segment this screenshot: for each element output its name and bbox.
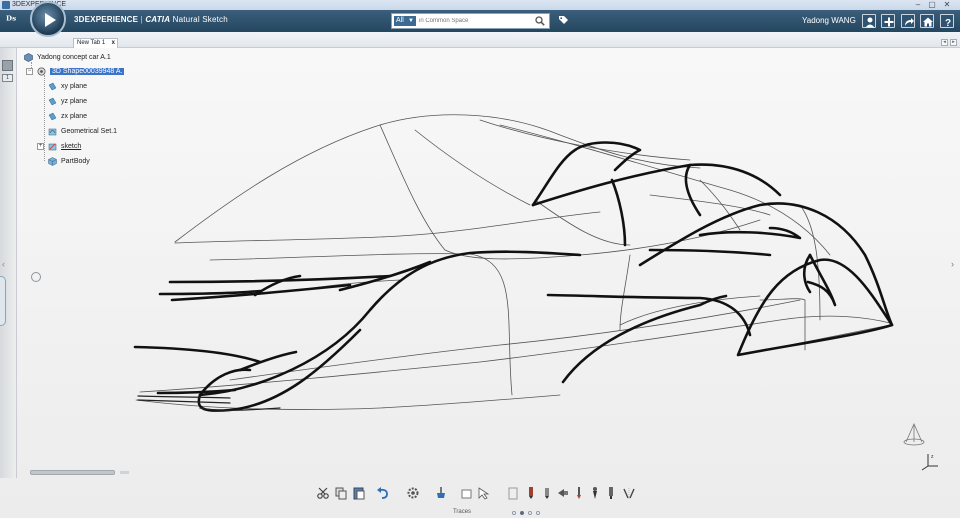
rail-toggle-button[interactable] — [2, 60, 13, 71]
cut-icon — [317, 487, 329, 499]
pager-dot[interactable] — [536, 511, 540, 515]
shape-gear-icon — [37, 67, 46, 76]
tree-item-zx-plane[interactable]: zx plane — [48, 111, 87, 122]
plane-icon — [48, 97, 57, 106]
felt-tip-icon — [609, 487, 613, 499]
marker-icon — [529, 487, 533, 499]
car-sketch — [133, 114, 894, 412]
eraser-icon — [461, 489, 472, 499]
partbody-icon — [48, 157, 57, 166]
spray-icon — [558, 489, 568, 497]
tree-item-sketch[interactable]: sketch — [48, 141, 81, 152]
pencil-icon — [545, 488, 549, 499]
tree-item-partbody[interactable]: PartBody — [48, 156, 90, 167]
rail-page-button[interactable]: 1 — [2, 74, 13, 82]
tree-selected-label: 3D Shape00039948 A. — [50, 68, 125, 75]
undo-icon — [377, 487, 388, 499]
selection-tool-button[interactable] — [476, 486, 490, 500]
copy-button[interactable] — [334, 486, 348, 500]
tree-item-label: PartBody — [61, 158, 90, 165]
cut-button[interactable] — [316, 486, 330, 500]
panel-collapse-handle[interactable] — [0, 276, 6, 326]
tree-item-label: Geometrical Set.1 — [61, 128, 118, 135]
symmetry-brush-button[interactable] — [622, 486, 636, 500]
pencil-button[interactable] — [540, 486, 554, 500]
tree-expand-toggle[interactable]: + — [37, 143, 44, 150]
felt-tip-button[interactable] — [604, 486, 618, 500]
tree-item-yz-plane[interactable]: yz plane — [48, 96, 87, 107]
play-icon — [45, 13, 56, 27]
geometrical-set-icon — [48, 128, 57, 136]
tree-root[interactable]: Yadong concept car A.1 — [24, 52, 111, 63]
tree-item-label: sketch — [61, 143, 82, 150]
settings-gear-icon — [407, 487, 419, 499]
toolbar-pager — [512, 510, 552, 516]
symmetry-brush-icon — [623, 488, 635, 499]
thin-brush-icon — [577, 487, 581, 499]
horizontal-scrollbar[interactable] — [30, 470, 115, 475]
compass-icon[interactable] — [30, 1, 66, 37]
brush-color-icon — [437, 487, 445, 498]
undo-button[interactable] — [376, 486, 390, 500]
brush-color-button[interactable] — [434, 486, 448, 500]
svg-text:z: z — [931, 454, 934, 460]
paper-icon — [508, 487, 518, 500]
tree-item-xy-plane[interactable]: xy plane — [48, 81, 87, 92]
paste-icon — [353, 487, 365, 500]
plane-icon — [48, 82, 57, 91]
paste-button[interactable] — [352, 486, 366, 500]
right-expand-arrow-icon[interactable]: › — [951, 259, 954, 269]
tree-item-label: zx plane — [61, 113, 88, 120]
paper-button[interactable] — [506, 486, 520, 500]
bold-strokes — [133, 141, 894, 412]
toolbar-section-label[interactable]: Traces — [440, 509, 484, 515]
marker-button[interactable] — [524, 486, 538, 500]
selection-icon — [478, 487, 490, 500]
ink-pen-button[interactable] — [588, 486, 602, 500]
tree-item-label: xy plane — [61, 83, 88, 90]
tree-item-geometrical-set[interactable]: Geometrical Set.1 — [48, 126, 117, 137]
tree-item-3d-shape[interactable]: 3D Shape00039948 A. — [37, 66, 125, 77]
pager-dot[interactable] — [528, 511, 532, 515]
ink-pen-icon — [593, 487, 597, 499]
thin-brush-button[interactable] — [572, 486, 586, 500]
tree-item-label: yz plane — [61, 98, 88, 105]
tree-root-label: Yadong concept car A.1 — [37, 54, 111, 61]
rotation-center-icon[interactable] — [31, 272, 41, 282]
left-expand-arrow-icon[interactable]: ‹ — [2, 259, 5, 269]
spray-button[interactable] — [556, 486, 570, 500]
settings-button[interactable] — [406, 486, 420, 500]
pager-dot[interactable] — [520, 511, 524, 515]
action-bar — [310, 484, 650, 504]
tree-connector — [44, 75, 45, 161]
sketch-icon — [48, 143, 57, 151]
scrollbar-end-cap — [120, 471, 129, 474]
catia-window: 3DEXPERIENCE – ▢ ✕ ᴰˢ 3DEXPERIENCE | CAT… — [0, 0, 960, 518]
eraser-button[interactable] — [460, 486, 474, 500]
pager-dot[interactable] — [512, 511, 516, 515]
copy-icon — [335, 487, 347, 500]
product-icon — [24, 53, 33, 62]
tree-collapse-toggle[interactable]: − — [26, 68, 33, 75]
view-compass-icon[interactable]: z — [900, 420, 940, 472]
axis-triad-icon — [921, 454, 938, 471]
plane-icon — [48, 112, 57, 121]
